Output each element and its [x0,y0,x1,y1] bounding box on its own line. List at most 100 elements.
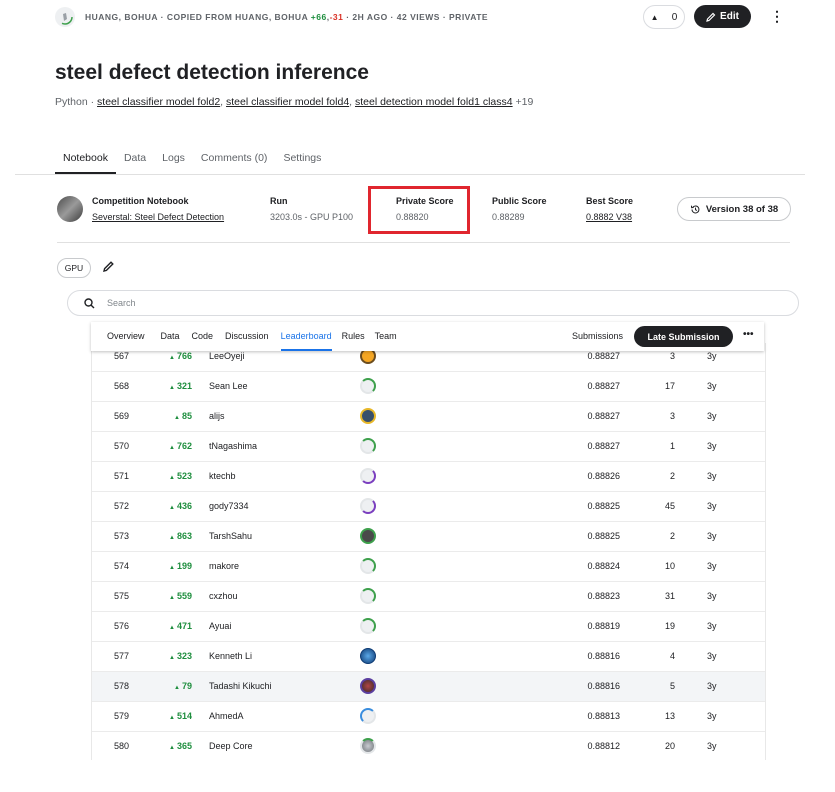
source-link-3[interactable]: steel detection model fold1 class4 [355,96,513,108]
rank-up-icon: ▲ [169,475,175,481]
team-name-cell[interactable]: Tadashi Kikuchi [209,681,272,691]
rank-change-cell: ▲ 523 [166,471,192,481]
table-row[interactable]: 577 ▲ 323 Kenneth Li 0.88816 4 3y [92,642,765,672]
source-link-1[interactable]: steel classifier model fold2 [97,96,220,108]
team-name-cell[interactable]: Kenneth Li [209,651,252,661]
upvote-button[interactable]: ▲ 0 [643,5,685,29]
nav-more-icon[interactable]: ••• [743,329,754,340]
competition-link[interactable]: Severstal: Steel Defect Detection [92,212,224,222]
team-name-cell[interactable]: Sean Lee [209,381,248,391]
meta-plus: +66 [310,12,327,22]
tab-settings[interactable]: Settings [275,152,329,174]
table-row[interactable]: 569 ▲ 85 alijs 0.88827 3 3y [92,402,765,432]
score-cell: 0.88816 [587,681,620,691]
notebook-tabs: Notebook Data Logs Comments (0) Settings [55,152,329,174]
team-avatar[interactable] [360,678,376,694]
table-row[interactable]: 579 ▲ 514 AhmedA 0.88813 13 3y [92,702,765,732]
team-avatar[interactable] [360,708,376,724]
upvote-arrow-icon: ▲ [650,12,659,22]
private-score-value: 0.88820 [396,212,429,222]
team-name-cell[interactable]: AhmedA [209,711,244,721]
author-avatar[interactable] [55,7,75,27]
best-score-label: Best Score [586,196,634,206]
table-row[interactable]: 575 ▲ 559 cxzhou 0.88823 31 3y [92,582,765,612]
team-name-cell[interactable]: Ayuai [209,621,231,631]
version-history-button[interactable]: Version 38 of 38 [677,197,791,221]
team-avatar[interactable] [360,528,376,544]
team-avatar[interactable] [360,468,376,484]
team-name-cell[interactable]: makore [209,561,239,571]
edit-label: Edit [720,11,739,22]
table-row[interactable]: 573 ▲ 863 TarshSahu 0.88825 2 3y [92,522,765,552]
rank-cell: 573 [114,531,130,541]
submissions-link[interactable]: Submissions [572,331,623,341]
rank-cell: 578 [114,681,130,691]
more-options-icon[interactable]: ⋮ [770,8,784,25]
team-name-cell[interactable]: Deep Core [209,741,253,751]
team-name-cell[interactable]: alijs [209,411,225,421]
rank-change-cell: ▲ 365 [166,741,192,751]
edit-accelerator-icon[interactable] [102,260,115,278]
nav-discussion[interactable]: Discussion [225,322,269,351]
gpu-chip[interactable]: GPU [57,258,91,278]
table-row[interactable]: 570 ▲ 762 tNagashima 0.88827 1 3y [92,432,765,462]
rank-change-value: 523 [176,471,192,481]
source-link-2[interactable]: steel classifier model fold4 [226,96,349,108]
table-row[interactable]: 574 ▲ 199 makore 0.88824 10 3y [92,552,765,582]
table-row[interactable]: 580 ▲ 365 Deep Core 0.88812 20 3y [92,732,765,760]
entries-cell: 3 [669,351,675,361]
team-avatar[interactable] [360,408,376,424]
rank-change-value: 436 [176,501,192,511]
last-submission-cell: 3y [707,561,717,571]
last-submission-cell: 3y [707,441,717,451]
last-submission-cell: 3y [707,411,717,421]
nav-rules[interactable]: Rules [342,322,365,351]
late-submission-button[interactable]: Late Submission [634,326,733,347]
tab-data[interactable]: Data [116,152,154,174]
entries-cell: 45 [664,501,675,511]
rank-up-icon: ▲ [169,565,175,571]
team-avatar[interactable] [360,498,376,514]
table-row[interactable]: 578 ▲ 79 Tadashi Kikuchi 0.88816 5 3y [92,672,765,702]
rank-cell: 572 [114,501,130,511]
nav-team[interactable]: Team [375,322,397,351]
rank-cell: 571 [114,471,130,481]
team-name-cell[interactable]: LeeOyeji [209,351,245,361]
team-name-cell[interactable]: gody7334 [209,501,249,511]
tab-notebook[interactable]: Notebook [55,152,116,174]
team-avatar[interactable] [360,618,376,634]
score-cell: 0.88823 [587,591,620,601]
nav-data[interactable]: Data [161,322,180,351]
team-avatar[interactable] [360,738,376,754]
team-avatar[interactable] [360,558,376,574]
table-row[interactable]: 576 ▲ 471 Ayuai 0.88819 19 3y [92,612,765,642]
rank-change-value: 323 [176,651,192,661]
team-avatar[interactable] [360,378,376,394]
search-input[interactable] [105,297,709,309]
nav-overview[interactable]: Overview [107,322,145,351]
nav-code[interactable]: Code [192,322,214,351]
entries-cell: 20 [664,741,675,751]
team-avatar[interactable] [360,438,376,454]
tab-logs[interactable]: Logs [154,152,193,174]
table-row[interactable]: 571 ▲ 523 ktechb 0.88826 2 3y [92,462,765,492]
author-name[interactable]: HUANG, BOHUA [85,12,158,22]
team-name-cell[interactable]: cxzhou [209,591,238,601]
more-sources[interactable]: +19 [516,96,534,108]
rank-cell: 575 [114,591,130,601]
team-avatar[interactable] [360,588,376,604]
team-name-cell[interactable]: tNagashima [209,441,257,451]
info-divider [57,242,790,243]
competition-thumbnail[interactable] [57,196,83,222]
table-row[interactable]: 568 ▲ 321 Sean Lee 0.88827 17 3y [92,372,765,402]
search-bar[interactable] [67,290,799,316]
nav-leaderboard[interactable]: Leaderboard [280,322,332,351]
tab-comments[interactable]: Comments (0) [193,152,276,174]
team-avatar[interactable] [360,648,376,664]
best-score-link[interactable]: 0.8882 V38 [586,212,632,222]
rank-up-icon: ▲ [169,355,175,361]
team-name-cell[interactable]: ktechb [209,471,236,481]
table-row[interactable]: 572 ▲ 436 gody7334 0.88825 45 3y [92,492,765,522]
edit-button[interactable]: Edit [694,5,751,28]
team-name-cell[interactable]: TarshSahu [209,531,252,541]
